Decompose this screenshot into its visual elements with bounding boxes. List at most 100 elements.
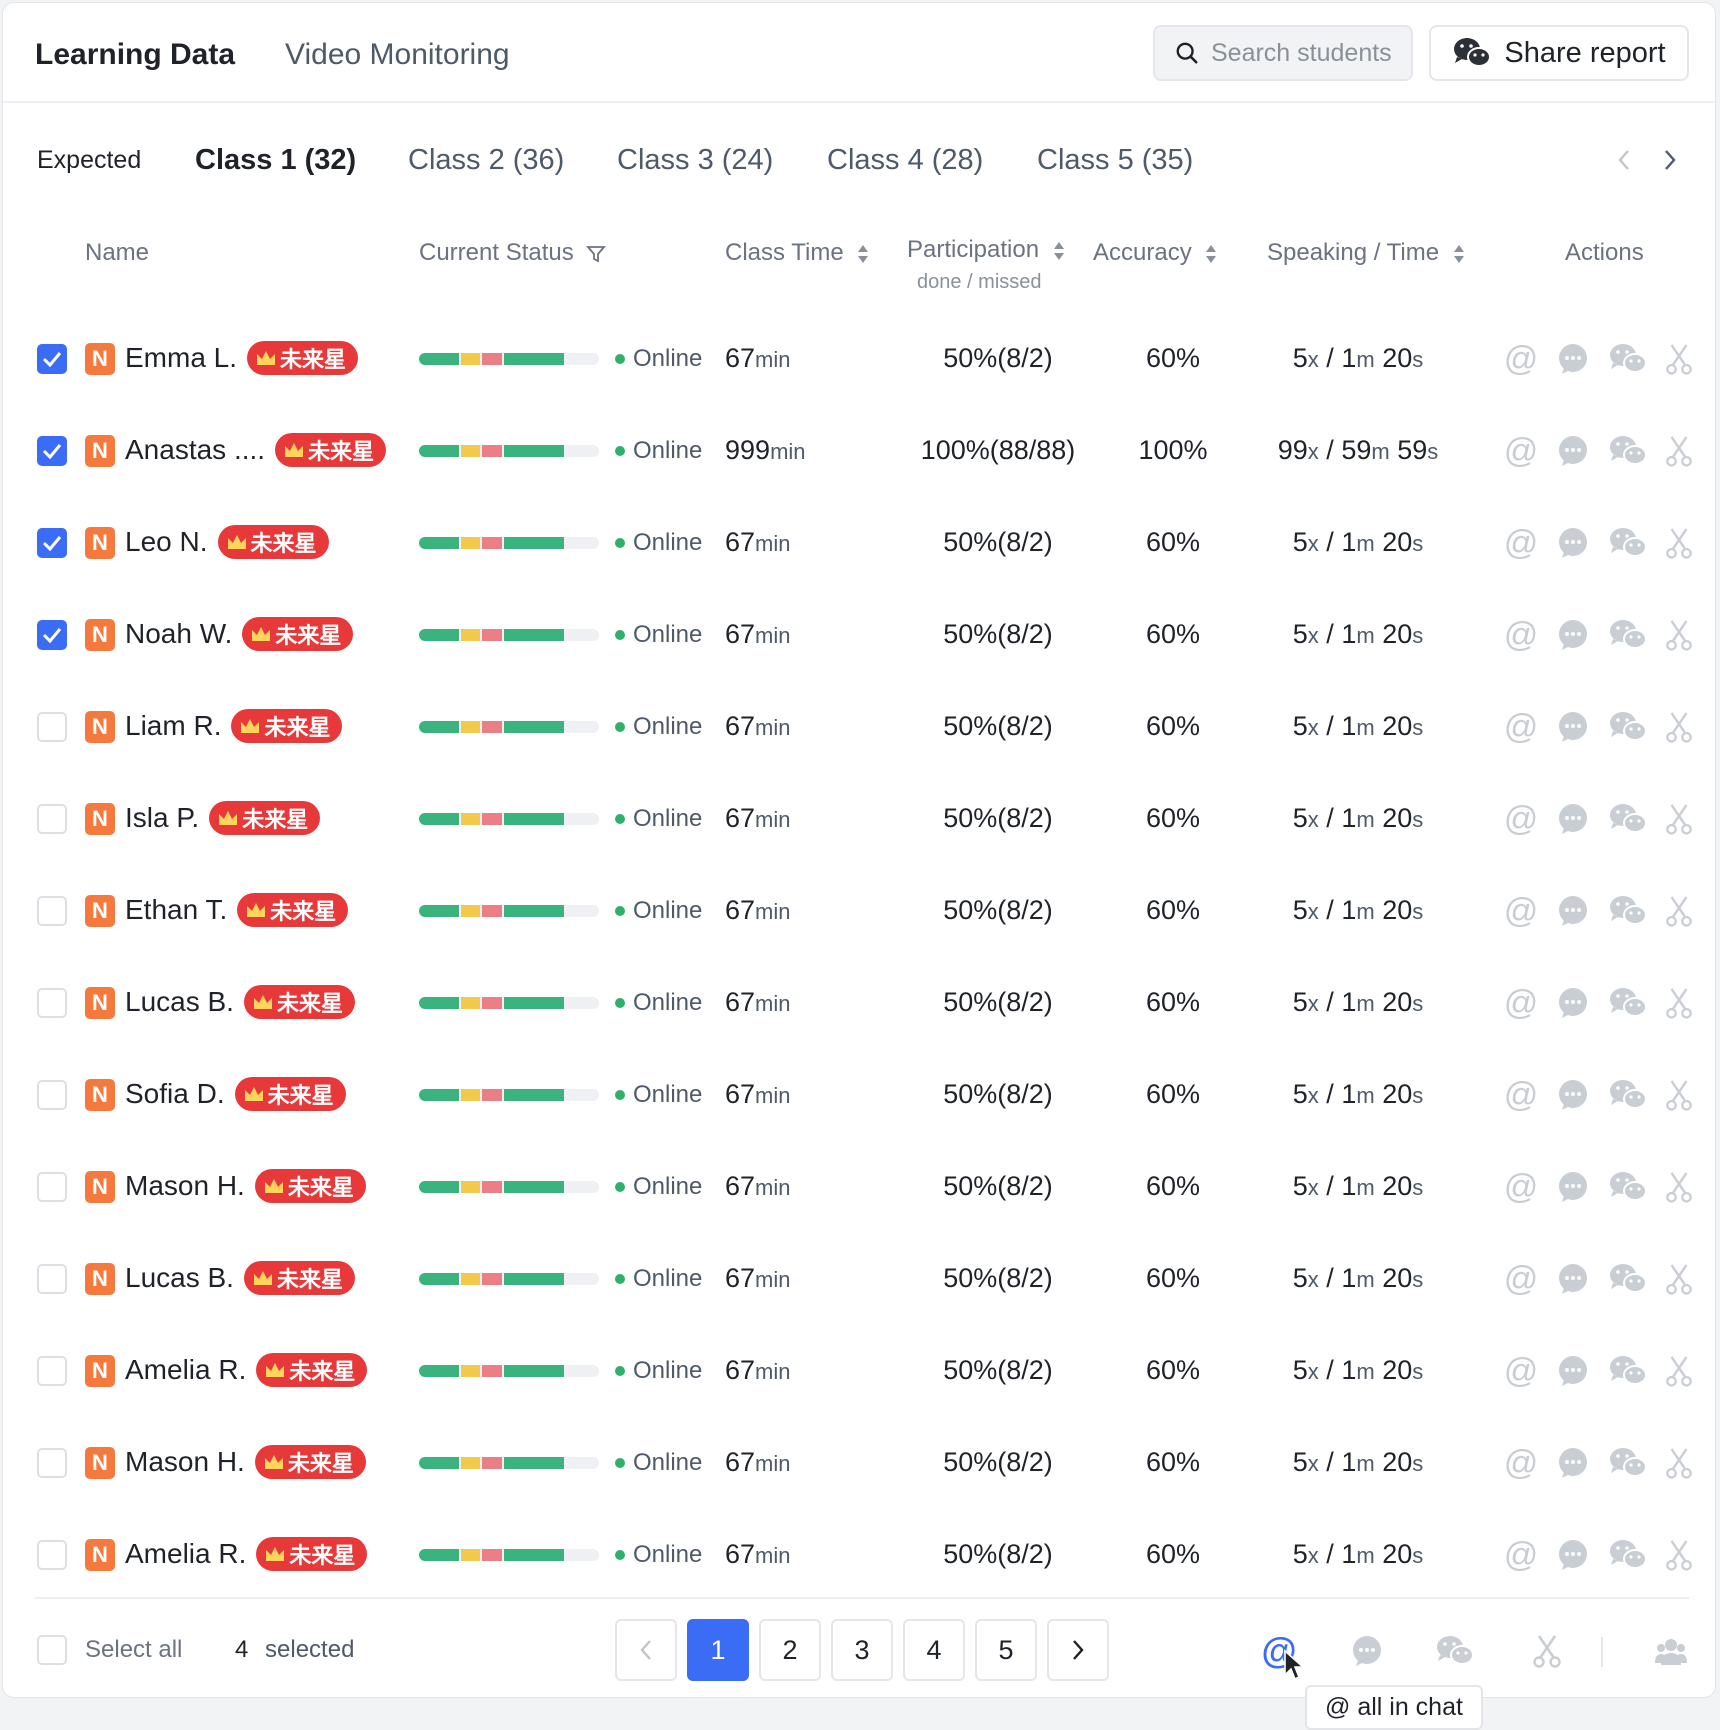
pagination-prev-button[interactable] [615, 1619, 677, 1681]
wechat-button[interactable] [1607, 1537, 1649, 1573]
message-button[interactable] [1555, 1445, 1591, 1481]
row-checkbox[interactable] [37, 1172, 67, 1202]
message-button[interactable] [1555, 709, 1591, 745]
message-button[interactable] [1555, 433, 1591, 469]
message-button[interactable] [1555, 525, 1591, 561]
message-button[interactable] [1555, 1261, 1591, 1297]
row-checkbox[interactable] [37, 804, 67, 834]
remove-button[interactable] [1661, 433, 1697, 469]
row-checkbox[interactable] [37, 620, 67, 650]
tab-class-3[interactable]: Class 3 (24) [617, 143, 773, 177]
wechat-button[interactable] [1607, 617, 1649, 653]
mention-button[interactable]: @ [1503, 708, 1539, 746]
mention-button[interactable]: @ [1503, 340, 1539, 378]
wechat-button[interactable] [1607, 801, 1649, 837]
column-header-participation[interactable]: Participation [907, 236, 1066, 264]
pagination-next-button[interactable] [1047, 1619, 1109, 1681]
message-button[interactable] [1555, 1169, 1591, 1205]
wechat-button[interactable] [1607, 1261, 1649, 1297]
row-checkbox[interactable] [37, 712, 67, 742]
page-button-1[interactable]: 1 [687, 1619, 749, 1681]
page-button-4[interactable]: 4 [903, 1619, 965, 1681]
sort-icon[interactable] [856, 243, 870, 265]
remove-button[interactable] [1661, 341, 1697, 377]
column-header-status[interactable]: Current Status [419, 239, 607, 267]
sort-icon[interactable] [1204, 243, 1218, 265]
mention-button[interactable]: @ [1503, 1076, 1539, 1114]
row-checkbox[interactable] [37, 1080, 67, 1110]
share-report-button[interactable]: Share report [1429, 25, 1689, 81]
message-button[interactable] [1555, 1077, 1591, 1113]
column-header-class-time[interactable]: Class Time [725, 239, 870, 267]
select-all-checkbox[interactable] [37, 1635, 67, 1665]
mention-button[interactable]: @ [1503, 524, 1539, 562]
tabs-next-arrow[interactable] [1655, 143, 1685, 177]
mention-button[interactable]: @ [1503, 1536, 1539, 1574]
remove-button[interactable] [1661, 985, 1697, 1021]
tab-class-2[interactable]: Class 2 (36) [408, 143, 564, 177]
mention-button[interactable]: @ [1503, 432, 1539, 470]
tab-learning-data[interactable]: Learning Data [35, 37, 235, 73]
wechat-button[interactable] [1607, 1445, 1649, 1481]
tab-class-4[interactable]: Class 4 (28) [827, 143, 983, 177]
remove-button[interactable] [1661, 801, 1697, 837]
filter-icon[interactable] [586, 244, 607, 264]
mention-button[interactable]: @ [1503, 1260, 1539, 1298]
wechat-button[interactable] [1607, 341, 1649, 377]
message-button[interactable] [1555, 893, 1591, 929]
message-button[interactable] [1555, 1353, 1591, 1389]
remove-button[interactable] [1661, 525, 1697, 561]
row-checkbox[interactable] [37, 988, 67, 1018]
column-header-accuracy[interactable]: Accuracy [1093, 239, 1218, 267]
tab-video-monitoring[interactable]: Video Monitoring [285, 37, 510, 73]
mention-button[interactable]: @ [1503, 892, 1539, 930]
remove-button[interactable] [1661, 1261, 1697, 1297]
message-button[interactable] [1555, 341, 1591, 377]
row-checkbox[interactable] [37, 896, 67, 926]
tab-class-5[interactable]: Class 5 (35) [1037, 143, 1193, 177]
row-checkbox[interactable] [37, 344, 67, 374]
remove-button[interactable] [1661, 1445, 1697, 1481]
page-button-2[interactable]: 2 [759, 1619, 821, 1681]
mention-button[interactable]: @ [1503, 616, 1539, 654]
remove-button[interactable] [1661, 709, 1697, 745]
mention-button[interactable]: @ [1503, 984, 1539, 1022]
wechat-button[interactable] [1607, 1353, 1649, 1389]
message-button[interactable] [1555, 985, 1591, 1021]
page-button-3[interactable]: 3 [831, 1619, 893, 1681]
row-checkbox[interactable] [37, 1264, 67, 1294]
remove-button[interactable] [1661, 1169, 1697, 1205]
remove-button[interactable] [1661, 617, 1697, 653]
sort-icon[interactable] [1452, 243, 1466, 265]
bulk-message-button[interactable] [1347, 1631, 1387, 1671]
wechat-button[interactable] [1607, 893, 1649, 929]
search-input[interactable] [1211, 38, 1411, 68]
wechat-button[interactable] [1607, 433, 1649, 469]
tabs-prev-arrow[interactable] [1609, 143, 1639, 177]
remove-button[interactable] [1661, 1537, 1697, 1573]
message-button[interactable] [1555, 1537, 1591, 1573]
mention-button[interactable]: @ [1503, 1168, 1539, 1206]
wechat-button[interactable] [1607, 985, 1649, 1021]
page-button-5[interactable]: 5 [975, 1619, 1037, 1681]
bulk-remove-button[interactable] [1527, 1631, 1567, 1671]
search-box[interactable] [1153, 25, 1413, 81]
bulk-group-button[interactable] [1651, 1631, 1691, 1671]
wechat-button[interactable] [1607, 525, 1649, 561]
row-checkbox[interactable] [37, 528, 67, 558]
bulk-wechat-button[interactable] [1435, 1631, 1475, 1671]
mention-button[interactable]: @ [1503, 1352, 1539, 1390]
message-button[interactable] [1555, 801, 1591, 837]
remove-button[interactable] [1661, 1077, 1697, 1113]
row-checkbox[interactable] [37, 436, 67, 466]
remove-button[interactable] [1661, 1353, 1697, 1389]
wechat-button[interactable] [1607, 1169, 1649, 1205]
column-header-speaking[interactable]: Speaking / Time [1267, 239, 1466, 267]
mention-button[interactable]: @ [1503, 1444, 1539, 1482]
message-button[interactable] [1555, 617, 1591, 653]
wechat-button[interactable] [1607, 709, 1649, 745]
row-checkbox[interactable] [37, 1448, 67, 1478]
remove-button[interactable] [1661, 893, 1697, 929]
tab-class-1[interactable]: Class 1 (32) [195, 143, 356, 177]
row-checkbox[interactable] [37, 1356, 67, 1386]
